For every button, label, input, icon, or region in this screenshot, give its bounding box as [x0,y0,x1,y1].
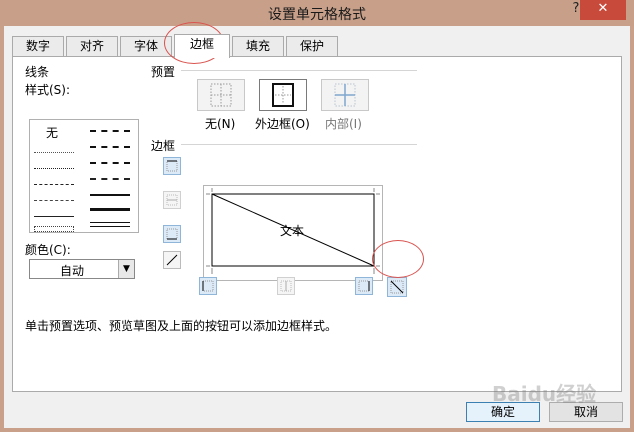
border-right-button[interactable] [355,277,373,295]
line-style-selected[interactable] [34,226,74,232]
color-select-value: 自动 [59,264,84,278]
line-style-dashdotdot[interactable] [34,184,74,185]
watermark: Baidu经验 [492,382,597,406]
color-label: 颜色(C): [25,243,71,257]
border-diagonal-up-button[interactable] [163,251,181,269]
tab-alignment[interactable]: 对齐 [66,36,118,56]
border-inside-vertical-icon [280,280,292,292]
annotation-circle-diagonal [372,240,424,278]
line-style-double[interactable] [90,222,130,227]
preset-none-button[interactable] [197,79,245,111]
border-top-icon [166,160,178,172]
preset-outline-icon [272,83,294,107]
border-inside-horizontal-button[interactable] [163,191,181,209]
border-panel: 线条 样式(S): 无 颜色(C): 自动 ▼ 预置 无(N) 外边框(O) 内… [12,56,622,392]
border-left-icon [202,280,214,292]
preset-inside-label: 内部(I) [325,117,362,131]
close-button[interactable]: ✕ [580,0,626,20]
line-style-thick[interactable] [90,208,130,211]
line-style-slanted-dashdot[interactable] [90,146,130,148]
tab-fill[interactable]: 填充 [232,36,284,56]
diagonal-down-icon [390,280,404,294]
line-style-medium[interactable] [90,194,130,196]
border-bottom-button[interactable] [163,225,181,243]
line-style-medium-dashed[interactable] [90,178,130,180]
border-inside-vertical-button[interactable] [277,277,295,295]
line-style-none[interactable]: 无 [46,124,58,141]
border-preview[interactable]: 文本 [203,185,383,281]
preview-text: 文本 [280,224,305,238]
tab-number[interactable]: 数字 [12,36,64,56]
border-diagonal-down-button[interactable] [387,277,407,297]
preset-inside-icon [334,83,356,107]
dialog-body: 数字 对齐 字体 边框 填充 保护 线条 样式(S): 无 颜色(C): 自动 … [4,26,630,428]
window-title: 设置单元格格式 [268,7,366,23]
preset-outline-button[interactable] [259,79,307,111]
presets-group-label: 预置 [151,65,176,79]
line-style-list[interactable]: 无 [29,119,139,233]
preset-inside-button[interactable] [321,79,369,111]
border-left-button[interactable] [199,277,217,295]
tab-protection[interactable]: 保护 [286,36,338,56]
preset-outline-label: 外边框(O) [255,117,310,131]
line-style-medium-dashdot[interactable] [90,162,130,164]
border-top-button[interactable] [163,157,181,175]
preset-none-icon [210,83,232,107]
border-right-icon [358,280,370,292]
border-bottom-icon [166,228,178,240]
style-label: 样式(S): [25,83,71,97]
line-style-thin[interactable] [34,216,74,217]
line-style-dotted[interactable] [34,168,74,169]
title-bar: 设置单元格格式 ? ✕ [0,0,634,26]
border-inside-horizontal-icon [166,194,178,206]
border-divider [181,144,417,145]
presets-divider [181,70,417,71]
line-style-medium-dashdotdot[interactable] [90,130,130,132]
diagonal-up-icon [166,254,178,266]
line-group-label: 线条 [25,65,50,79]
line-style-dashdot[interactable] [34,200,74,201]
line-style-hair[interactable] [34,152,74,153]
tab-border[interactable]: 边框 [174,34,230,58]
preset-none-label: 无(N) [205,117,236,131]
hint-text: 单击预置选项、预览草图及上面的按钮可以添加边框样式。 [25,319,338,333]
chevron-down-icon[interactable]: ▼ [118,260,134,278]
border-group-label: 边框 [151,139,176,153]
color-select[interactable]: 自动 ▼ [29,259,135,279]
